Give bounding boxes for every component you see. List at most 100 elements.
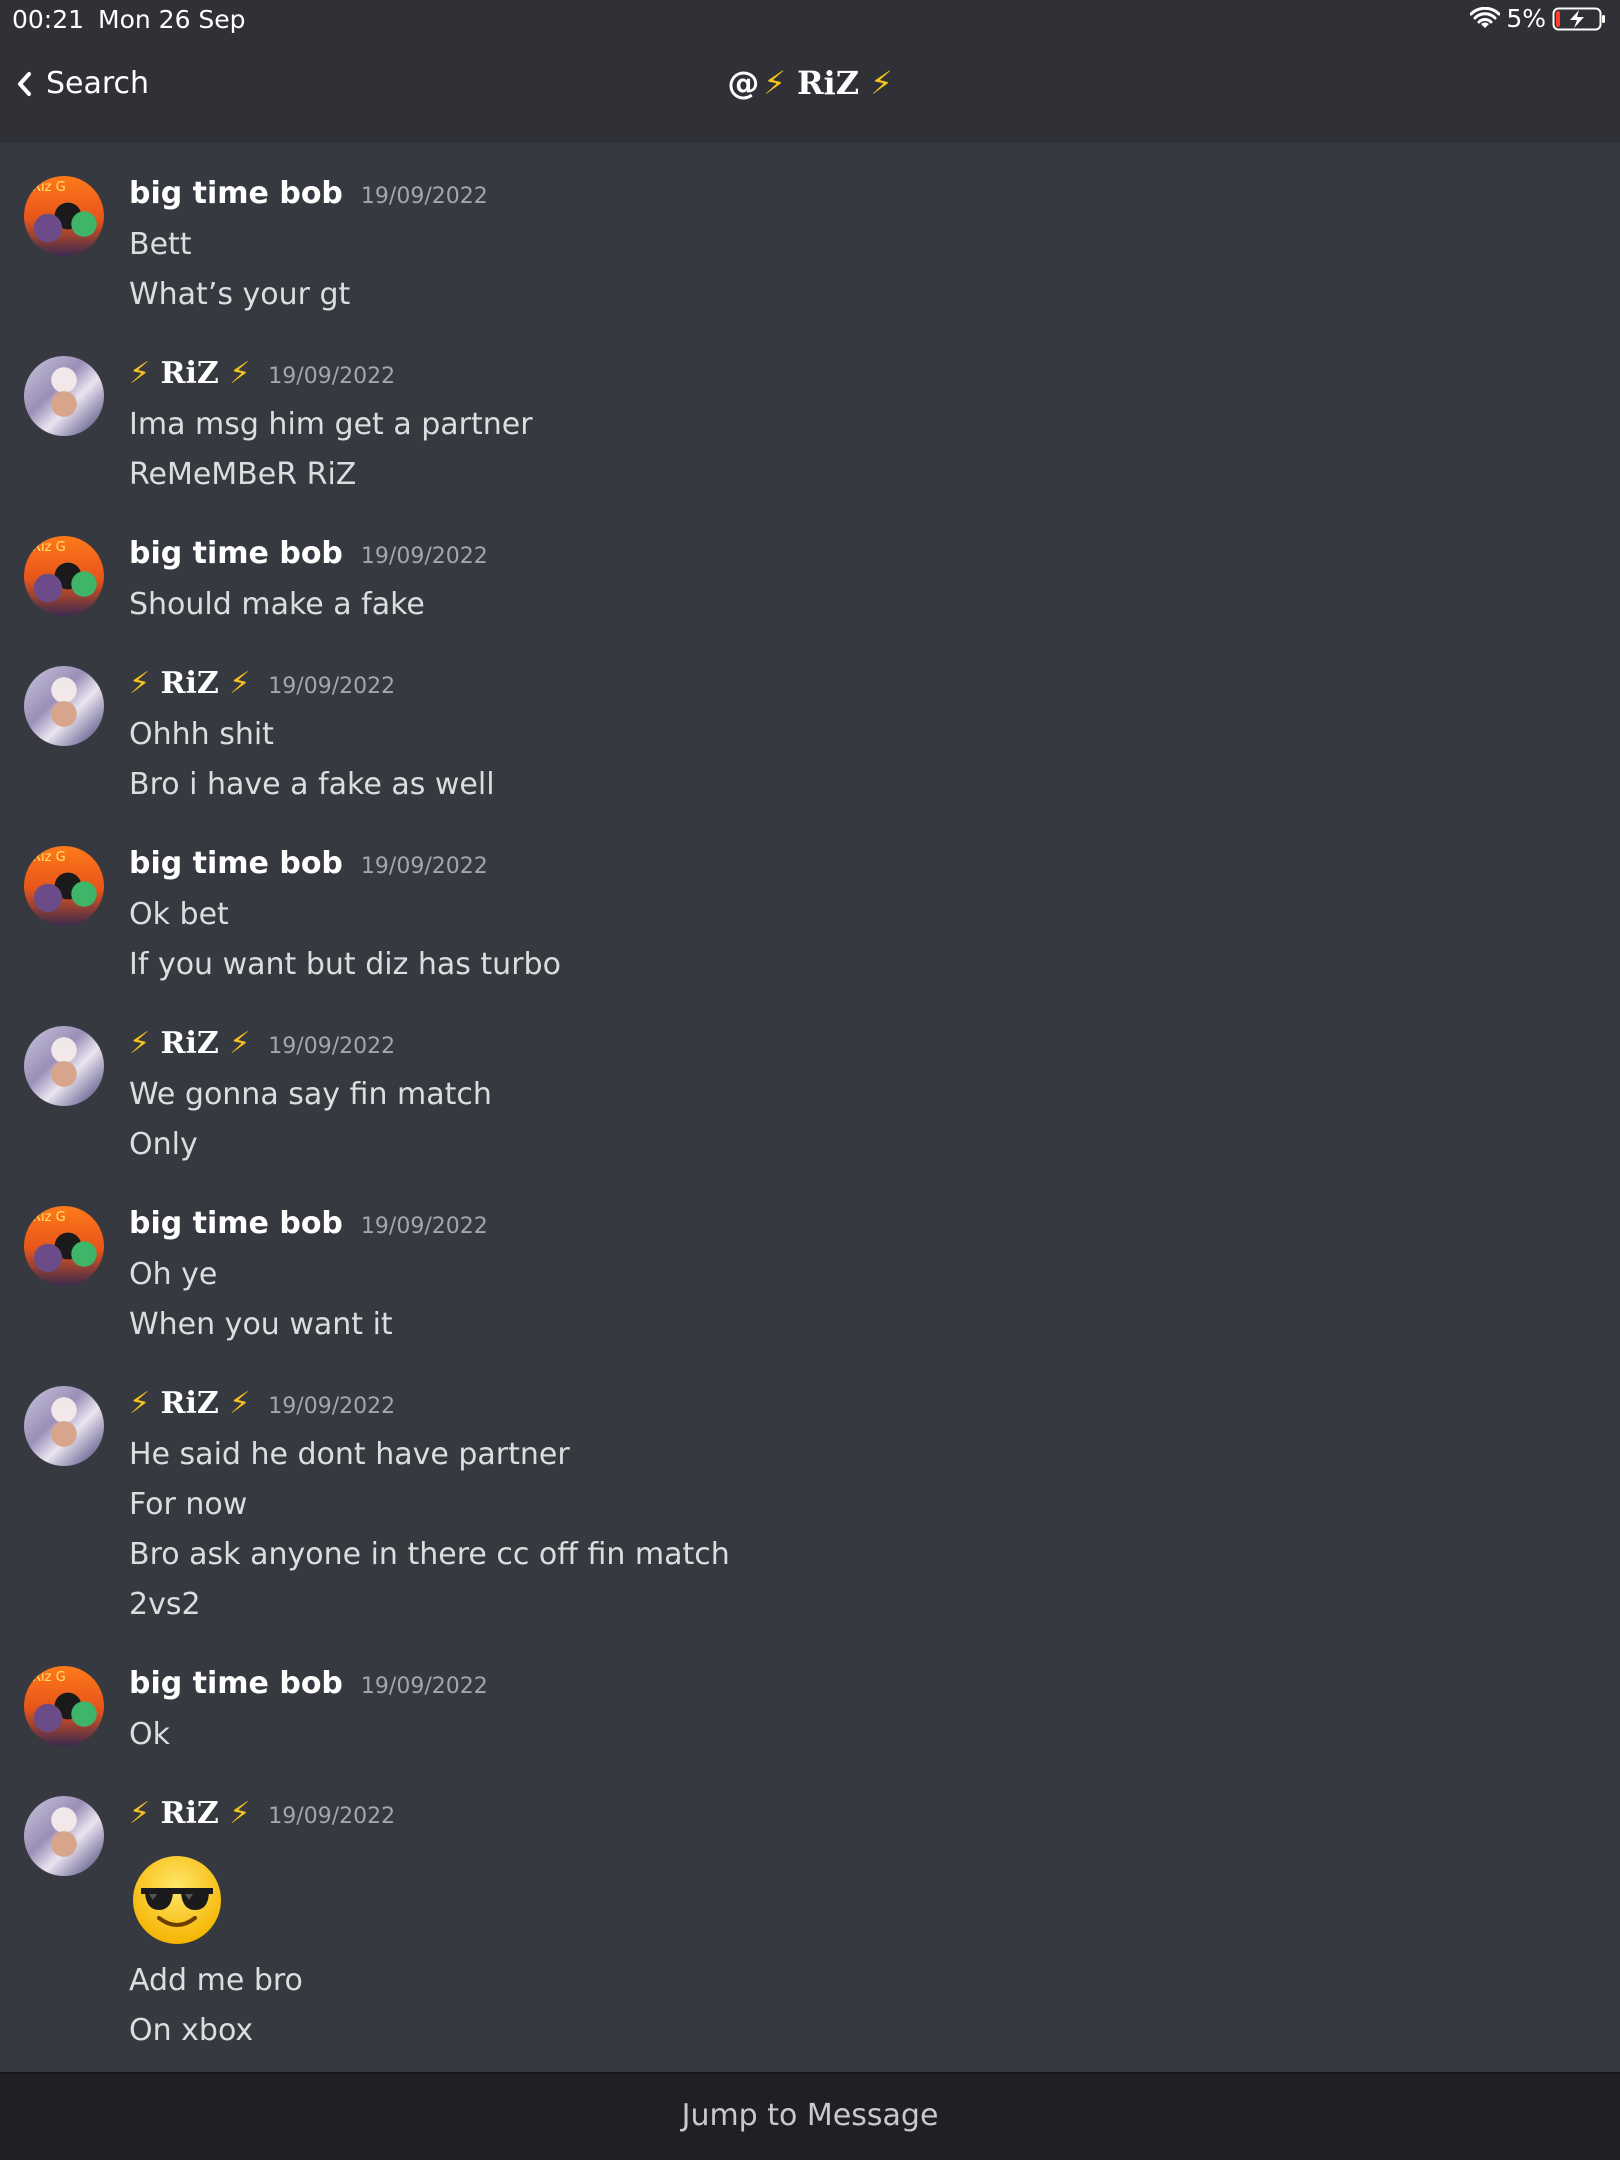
bolt-icon: ⚡ bbox=[129, 1796, 151, 1831]
message-timestamp: 19/09/2022 bbox=[360, 854, 488, 879]
message-timestamp: 19/09/2022 bbox=[268, 1034, 396, 1059]
message-header: ⚡ RiZ ⚡ 19/09/2022 bbox=[129, 1350, 1620, 1430]
avatar[interactable] bbox=[24, 356, 104, 436]
bolt-icon: ⚡ bbox=[129, 1386, 151, 1421]
message-text[interactable]: On xbox bbox=[129, 2006, 1620, 2056]
status-time: 00:21 bbox=[12, 5, 85, 34]
bolt-icon: ⚡ bbox=[229, 1796, 251, 1831]
message-text[interactable]: Add me bro bbox=[129, 1956, 1620, 2006]
message-timestamp: 19/09/2022 bbox=[360, 184, 488, 209]
avatar[interactable] bbox=[24, 536, 104, 616]
battery-charging-icon bbox=[1552, 7, 1605, 30]
author-name[interactable]: big time bob bbox=[129, 1206, 343, 1241]
bolt-icon: ⚡ bbox=[763, 64, 786, 102]
message-text[interactable]: Ok bbox=[129, 1710, 1620, 1760]
message-text[interactable]: When you want it bbox=[129, 1300, 1620, 1350]
bolt-icon: ⚡ bbox=[129, 666, 151, 701]
message-group[interactable]: ⚡ RiZ ⚡ 19/09/2022 He said he dont have pa… bbox=[0, 1350, 1620, 1630]
author-name[interactable]: big time bob bbox=[129, 176, 343, 211]
bolt-icon: ⚡ bbox=[870, 64, 893, 102]
author-name[interactable]: ⚡ RiZ ⚡ bbox=[129, 666, 250, 701]
message-header: big time bob 19/09/2022 bbox=[129, 810, 1620, 890]
message-header: ⚡ RiZ ⚡ 19/09/2022 bbox=[129, 1760, 1620, 1840]
author-name[interactable]: ⚡ RiZ ⚡ bbox=[129, 1026, 250, 1061]
bolt-icon: ⚡ bbox=[129, 356, 151, 391]
channel-name: RiZ bbox=[796, 64, 860, 102]
message-text[interactable]: For now bbox=[129, 1480, 1620, 1530]
message-text[interactable]: We gonna say fin match bbox=[129, 1070, 1620, 1120]
avatar[interactable] bbox=[24, 1026, 104, 1106]
bolt-icon: ⚡ bbox=[129, 1026, 151, 1061]
author-name[interactable]: big time bob bbox=[129, 536, 343, 571]
message-timestamp: 19/09/2022 bbox=[360, 1214, 488, 1239]
message-text[interactable]: Bro ask anyone in there cc off fin match bbox=[129, 1530, 1620, 1580]
message-text[interactable]: Oh ye bbox=[129, 1250, 1620, 1300]
message-header: ⚡ RiZ ⚡ 19/09/2022 bbox=[129, 990, 1620, 1070]
message-text[interactable]: Should make a fake bbox=[129, 580, 1620, 630]
bolt-icon: ⚡ bbox=[229, 1026, 251, 1061]
message-group[interactable]: ⚡ RiZ ⚡ 19/09/2022 Add me bro On xbox bbox=[0, 1760, 1620, 2056]
author-label: RiZ bbox=[160, 1386, 219, 1421]
message-header: ⚡ RiZ ⚡ 19/09/2022 bbox=[129, 630, 1620, 710]
message-text[interactable]: ReMeMBeR RiZ bbox=[129, 450, 1620, 500]
message-group[interactable]: big time bob 19/09/2022 Oh yeWhen you want… bbox=[0, 1170, 1620, 1350]
sunglasses-emoji-icon bbox=[133, 1856, 221, 1944]
message-header: big time bob 19/09/2022 bbox=[129, 1630, 1620, 1710]
message-group[interactable]: ⚡ RiZ ⚡ 19/09/2022 Ohhh shit Bro i have a f… bbox=[0, 630, 1620, 810]
message-text[interactable]: What’s your gt bbox=[129, 270, 1620, 320]
message-header: big time bob 19/09/2022 bbox=[129, 140, 1620, 220]
message-text[interactable]: Ima msg him get a partner bbox=[129, 400, 1620, 450]
avatar[interactable] bbox=[24, 1796, 104, 1876]
author-label: RiZ bbox=[160, 1026, 219, 1061]
author-name[interactable]: big time bob bbox=[129, 846, 343, 881]
author-label: RiZ bbox=[160, 356, 219, 391]
status-right: 5% bbox=[1470, 4, 1608, 33]
avatar[interactable] bbox=[24, 846, 104, 926]
chat-app: 00:21 Mon 26 Sep 5% Search @ ⚡ RiZ ⚡ Riz… bbox=[0, 0, 1620, 2160]
author-name[interactable]: ⚡ RiZ ⚡ bbox=[129, 356, 250, 391]
author-label: RiZ bbox=[160, 1796, 219, 1831]
message-list[interactable]: big time bob 19/09/2022 BettWhat’s your gt… bbox=[0, 140, 1620, 2072]
bolt-icon: ⚡ bbox=[229, 666, 251, 701]
avatar[interactable] bbox=[24, 666, 104, 746]
channel-title: @ ⚡ RiZ ⚡ bbox=[0, 64, 1620, 102]
message-text[interactable]: Ohhh shit bbox=[129, 710, 1620, 760]
avatar[interactable] bbox=[24, 1206, 104, 1286]
bolt-icon: ⚡ bbox=[229, 356, 251, 391]
message-group[interactable]: big time bob 19/09/2022 Ok bbox=[0, 1630, 1620, 1760]
message-group[interactable]: big time bob 19/09/2022 Ok betIf you want … bbox=[0, 810, 1620, 990]
jump-to-message-button[interactable]: Jump to Message bbox=[0, 2098, 1620, 2133]
top-bar: 00:21 Mon 26 Sep 5% Search @ ⚡ RiZ ⚡ bbox=[0, 0, 1620, 140]
message-timestamp: 19/09/2022 bbox=[360, 544, 488, 569]
status-bar: 00:21 Mon 26 Sep 5% bbox=[0, 0, 1620, 40]
message-text[interactable]: Bro i have a fake as well bbox=[129, 760, 1620, 810]
status-date: Mon 26 Sep bbox=[98, 5, 246, 34]
battery-percent: 5% bbox=[1506, 4, 1546, 33]
avatar[interactable] bbox=[24, 1666, 104, 1746]
message-timestamp: 19/09/2022 bbox=[268, 364, 396, 389]
message-group[interactable]: big time bob 19/09/2022 BettWhat’s your gt bbox=[0, 140, 1620, 320]
message-text[interactable]: 2vs2 bbox=[129, 1580, 1620, 1630]
author-name[interactable]: ⚡ RiZ ⚡ bbox=[129, 1386, 250, 1421]
message-text[interactable]: Only bbox=[129, 1120, 1620, 1170]
message-text[interactable]: Bett bbox=[129, 220, 1620, 270]
wifi-icon bbox=[1470, 6, 1501, 28]
at-icon: @ bbox=[727, 64, 760, 102]
author-label: RiZ bbox=[160, 666, 219, 701]
nav-bar: Search @ ⚡ RiZ ⚡ bbox=[0, 52, 1620, 128]
message-timestamp: 19/09/2022 bbox=[268, 1804, 396, 1829]
message-text[interactable]: If you want but diz has turbo bbox=[129, 940, 1620, 990]
message-group[interactable]: ⚡ RiZ ⚡ 19/09/2022 We gonna say fin match O… bbox=[0, 990, 1620, 1170]
message-header: big time bob 19/09/2022 bbox=[129, 500, 1620, 580]
message-text[interactable]: He said he dont have partner bbox=[129, 1430, 1620, 1480]
message-header: big time bob 19/09/2022 bbox=[129, 1170, 1620, 1250]
message-text[interactable]: Ok bet bbox=[129, 890, 1620, 940]
message-group[interactable]: big time bob 19/09/2022 Should make a fake bbox=[0, 500, 1620, 630]
message-group[interactable]: ⚡ RiZ ⚡ 19/09/2022 Ima msg him get a partn… bbox=[0, 320, 1620, 500]
author-name[interactable]: ⚡ RiZ ⚡ bbox=[129, 1796, 250, 1831]
message-timestamp: 19/09/2022 bbox=[360, 1674, 488, 1699]
avatar[interactable] bbox=[24, 176, 104, 256]
author-name[interactable]: big time bob bbox=[129, 1666, 343, 1701]
avatar[interactable] bbox=[24, 1386, 104, 1466]
message-timestamp: 19/09/2022 bbox=[268, 674, 396, 699]
